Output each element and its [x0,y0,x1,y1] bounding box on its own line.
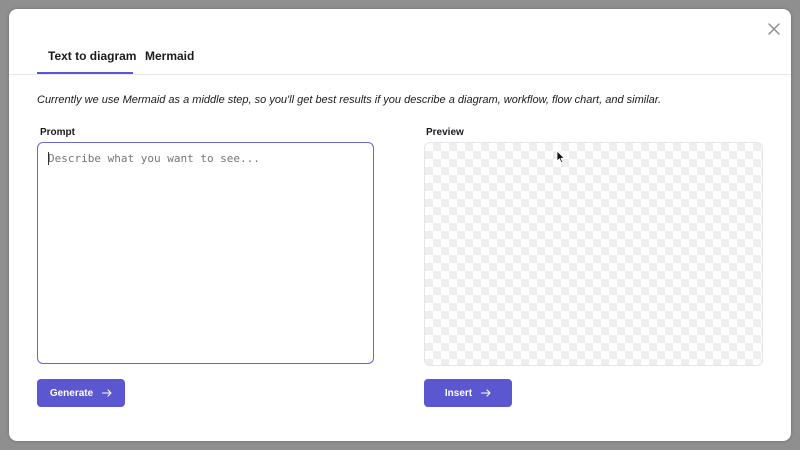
mouse-pointer-icon [556,150,566,169]
arrow-right-icon [102,389,112,397]
tab-mermaid[interactable]: Mermaid [145,49,194,63]
generate-button[interactable]: Generate [37,379,125,407]
text-caret [48,152,49,165]
prompt-label: Prompt [40,127,75,138]
close-button[interactable] [766,21,782,37]
insert-button-label: Insert [444,387,473,399]
arrow-right-icon [481,389,491,397]
text-to-diagram-dialog: Text to diagram Mermaid Currently we use… [9,9,791,441]
generate-button-label: Generate [49,387,94,399]
insert-button[interactable]: Insert [424,379,512,407]
tab-text-to-diagram[interactable]: Text to diagram [48,49,136,63]
prompt-input[interactable] [37,142,374,364]
active-tab-indicator [37,72,133,74]
preview-label: Preview [426,127,464,138]
preview-canvas [424,142,763,366]
close-icon [768,23,780,35]
info-note: Currently we use Mermaid as a middle ste… [37,94,662,106]
tab-bar: Text to diagram Mermaid [9,39,791,75]
